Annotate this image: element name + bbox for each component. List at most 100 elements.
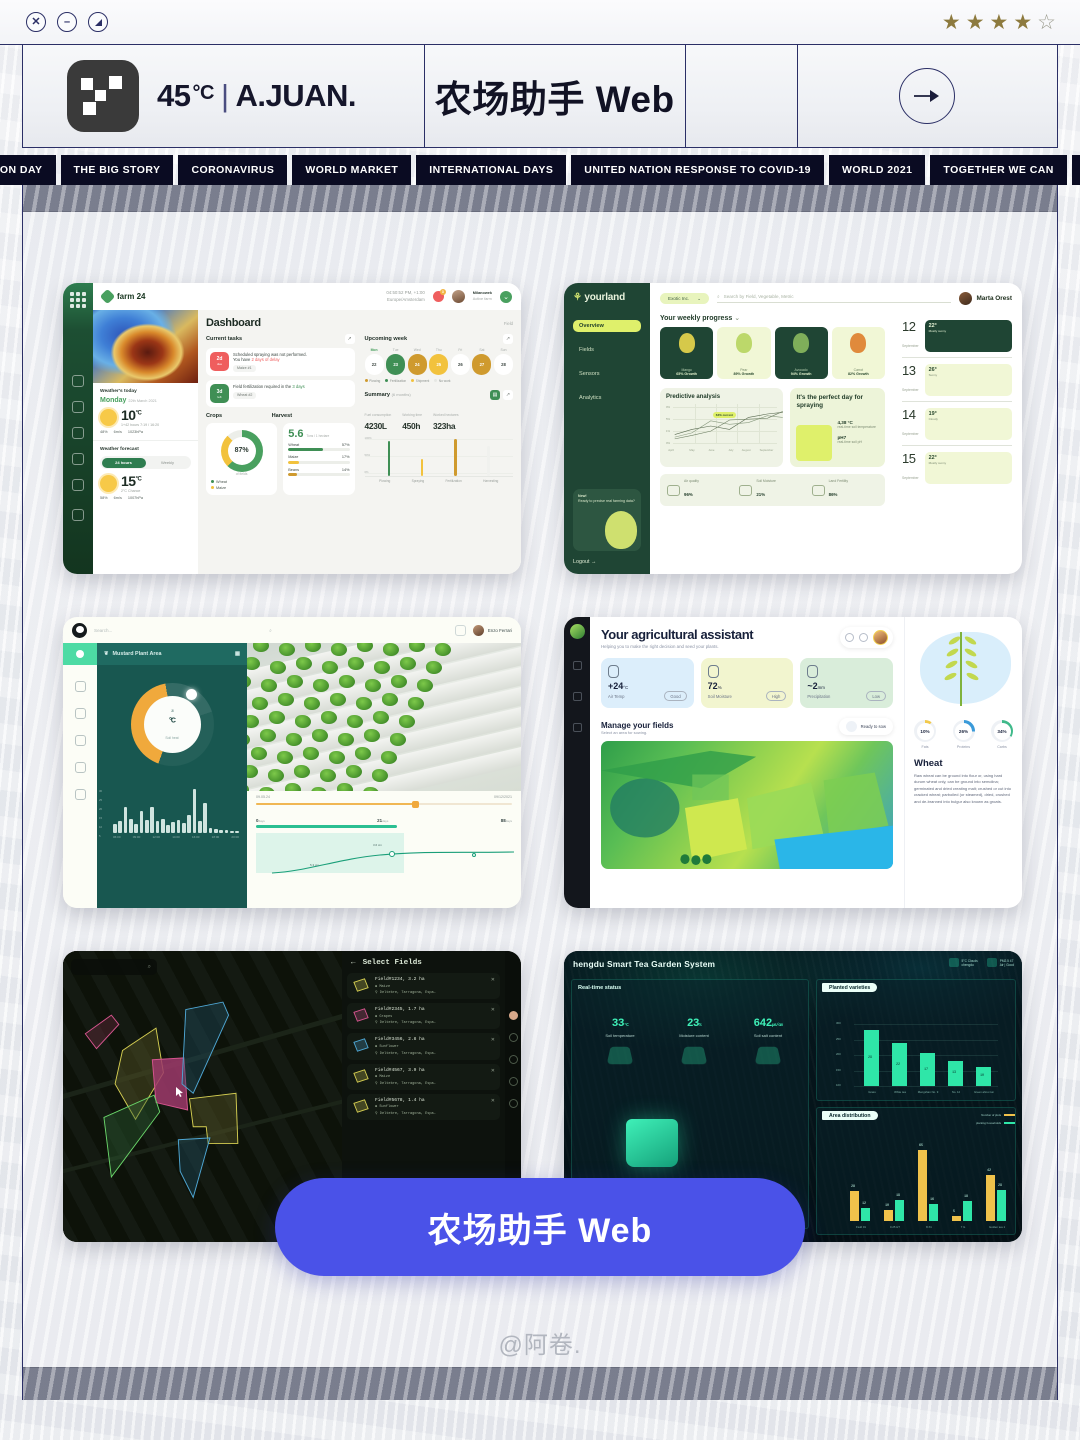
crop-card[interactable]: Avocado 94% Growth [774, 327, 828, 379]
expand-icon[interactable]: ↗ [344, 334, 355, 344]
ready-to-sow-button[interactable]: Ready to sow [838, 718, 893, 735]
tab-weekly[interactable]: Weekly [146, 458, 190, 468]
ticker-item[interactable]: CORONAVIRUS [178, 155, 288, 185]
farm24-sidebar[interactable] [63, 283, 93, 574]
ticker-item[interactable]: INTERNATIONAL DAYS [416, 155, 567, 185]
forecast-day[interactable]: 14 September 19° Cloudy [902, 402, 1012, 446]
remove-icon[interactable]: ✕ [491, 1037, 495, 1043]
clock-icon[interactable] [72, 427, 84, 439]
week-day-cell[interactable]: Mon 22 [364, 348, 384, 375]
remove-icon[interactable]: ✕ [491, 1007, 495, 1013]
field-list-item[interactable]: Field#1234, 3.2 ha ◆ Maize ⚲ Deltebre, Tar… [347, 973, 500, 1000]
expand-icon[interactable]: ↗ [503, 389, 513, 400]
logout-button[interactable]: Logout → [573, 559, 641, 565]
grid-menu-icon[interactable]: ▦ [235, 651, 240, 657]
search-input[interactable]: Search... ⌕ [94, 628, 448, 633]
avatar[interactable] [873, 630, 888, 645]
screenshot-assistant[interactable]: Your agricultural assistant Helping you … [564, 617, 1022, 908]
yourland-sidebar[interactable]: ⚘ yourland Overview Fields Sensors Analy… [564, 283, 650, 574]
week-day-cell[interactable]: Wed 24 [407, 348, 427, 375]
remove-icon[interactable]: ✕ [491, 1068, 495, 1074]
task-row[interactable]: 2d due Scheduled spraying was not perfor… [206, 347, 355, 377]
tab-24-hours[interactable]: 24 hours [101, 457, 146, 468]
map-search-input[interactable]: ⌕ [71, 959, 157, 975]
arrow-right-icon[interactable] [899, 68, 956, 124]
ticker-item[interactable]: THE BIG STORY [60, 155, 174, 185]
remove-icon[interactable]: ✕ [491, 1098, 495, 1104]
notification-icon[interactable] [454, 624, 466, 636]
assistant-sidebar[interactable] [564, 617, 590, 908]
notification-icon[interactable]: 3 [432, 289, 446, 302]
notification-icon[interactable] [859, 633, 868, 642]
gear-icon[interactable] [72, 509, 84, 521]
field-list-item[interactable]: Field#2345, 1.7 ha ◆ Grapes ⚲ Deltebre, Ta… [347, 1003, 500, 1030]
slider-track[interactable] [256, 800, 512, 808]
company-dropdown[interactable]: Exotic Inc. ⌄ [660, 293, 710, 304]
ticker-item[interactable]: UNITED NATION RESPONSE TO COVID-19 [571, 155, 824, 185]
ticker-item[interactable]: WORLD 2021 [828, 155, 926, 185]
grid-menu-icon[interactable] [70, 292, 86, 308]
field-list-item[interactable]: Field#3456, 2.8 ha ◆ Sunflower ⚲ Deltebre,… [347, 1033, 500, 1060]
crop-card[interactable]: Carrot 82% Growth [831, 327, 885, 379]
user-menu[interactable]: Marta Orest [959, 292, 1012, 305]
target-icon[interactable] [572, 661, 582, 670]
ticker-item[interactable]: TOGETHER WE CAN [930, 155, 1067, 185]
sidebar-item-overview[interactable]: Overview [573, 320, 641, 332]
week-day-cell[interactable]: Fri 26 [450, 348, 470, 375]
calendar-icon[interactable] [72, 401, 84, 413]
sidebar-item-active[interactable] [63, 643, 97, 665]
screenshot-mustard[interactable]: Search... ⌕ Enzo Ferrari ❦ Mustard Plant… [63, 617, 521, 908]
home-icon[interactable] [72, 375, 84, 387]
timeline-slider[interactable]: 09.05.24 09/12/2021 [247, 791, 521, 815]
assistant-header-actions[interactable] [840, 627, 893, 648]
screenshot-farm24[interactable]: farm 24 04:50:52 PM, +1:00 Europe/Amster… [63, 283, 521, 574]
week-day-cell[interactable]: Sat 27 [472, 348, 492, 375]
search-icon[interactable] [845, 633, 854, 642]
chat-icon[interactable] [508, 1077, 518, 1086]
close-icon[interactable]: ✕ [26, 12, 46, 32]
gauge-knob[interactable] [185, 688, 197, 700]
week-day-cell[interactable]: Tue 23 [386, 348, 406, 375]
sensor-icon[interactable] [74, 762, 86, 773]
avatar[interactable] [508, 1011, 518, 1020]
crop-card[interactable]: Pear 89% Growth [717, 327, 771, 379]
remove-icon[interactable]: ✕ [491, 977, 495, 983]
slider-handle[interactable] [412, 800, 420, 808]
task-row[interactable]: 3d left Field fertilization required in … [206, 380, 355, 408]
field-map[interactable] [601, 741, 893, 869]
minimize-icon[interactable]: – [57, 12, 77, 32]
sidebar-item-sensors[interactable]: Sensors [573, 368, 641, 380]
ticker-item[interactable]: D NATION DAY [0, 155, 56, 185]
sidebar-item-fields[interactable]: Fields [573, 344, 641, 356]
back-icon[interactable]: ← [351, 959, 356, 967]
settings-icon[interactable] [572, 723, 582, 732]
brand-block[interactable]: 45 °C | A.JUAN. [23, 45, 425, 147]
field-list-item[interactable]: Field#4567, 3.9 ha ◆ Maize ⚲ Deltebre, Tar… [347, 1063, 500, 1090]
filter-icon[interactable]: ▤ [490, 389, 500, 400]
screenshot-yourland[interactable]: ⚘ yourland Overview Fields Sensors Analy… [564, 283, 1022, 574]
crop-card[interactable]: Mango 65% Growth [660, 327, 714, 379]
reports-icon[interactable] [74, 735, 86, 746]
forecast-day[interactable]: 15 September 22° Mostly sunny [902, 446, 1012, 489]
trend-point[interactable] [471, 853, 476, 857]
book-icon[interactable] [572, 692, 582, 701]
forecast-day[interactable]: 13 September 26° Sunny [902, 358, 1012, 402]
location-icon[interactable] [508, 1055, 518, 1064]
chevron-down-icon[interactable]: ⌄ [500, 290, 512, 303]
ticker-item[interactable]: WORLD MARKET [292, 155, 412, 185]
maximize-icon[interactable] [88, 12, 108, 32]
forecast-day[interactable]: 12 September 22° Mostly sunny [902, 314, 1012, 358]
forecast-tabs[interactable]: 24 hours Weekly [100, 456, 191, 469]
search-input[interactable]: ⌕ Search by Field, Vegetable, Metric [717, 294, 952, 303]
dashboard-icon[interactable] [74, 681, 86, 692]
chart-icon[interactable] [72, 479, 84, 491]
cloud-icon[interactable] [508, 1033, 518, 1042]
expand-icon[interactable]: ↗ [503, 334, 513, 344]
field-list-item[interactable]: Field#5678, 1.4 ha ◆ Sunflower ⚲ Deltebre,… [347, 1093, 500, 1120]
chevron-down-icon[interactable]: ⌄ [734, 315, 740, 322]
ticker-item[interactable]: HEALTHY P [1071, 155, 1080, 185]
week-day-cell[interactable]: Thu 25 [429, 348, 449, 375]
avatar[interactable] [451, 290, 465, 303]
next-section[interactable] [798, 45, 1058, 147]
mustard-sidebar[interactable] [63, 643, 97, 908]
